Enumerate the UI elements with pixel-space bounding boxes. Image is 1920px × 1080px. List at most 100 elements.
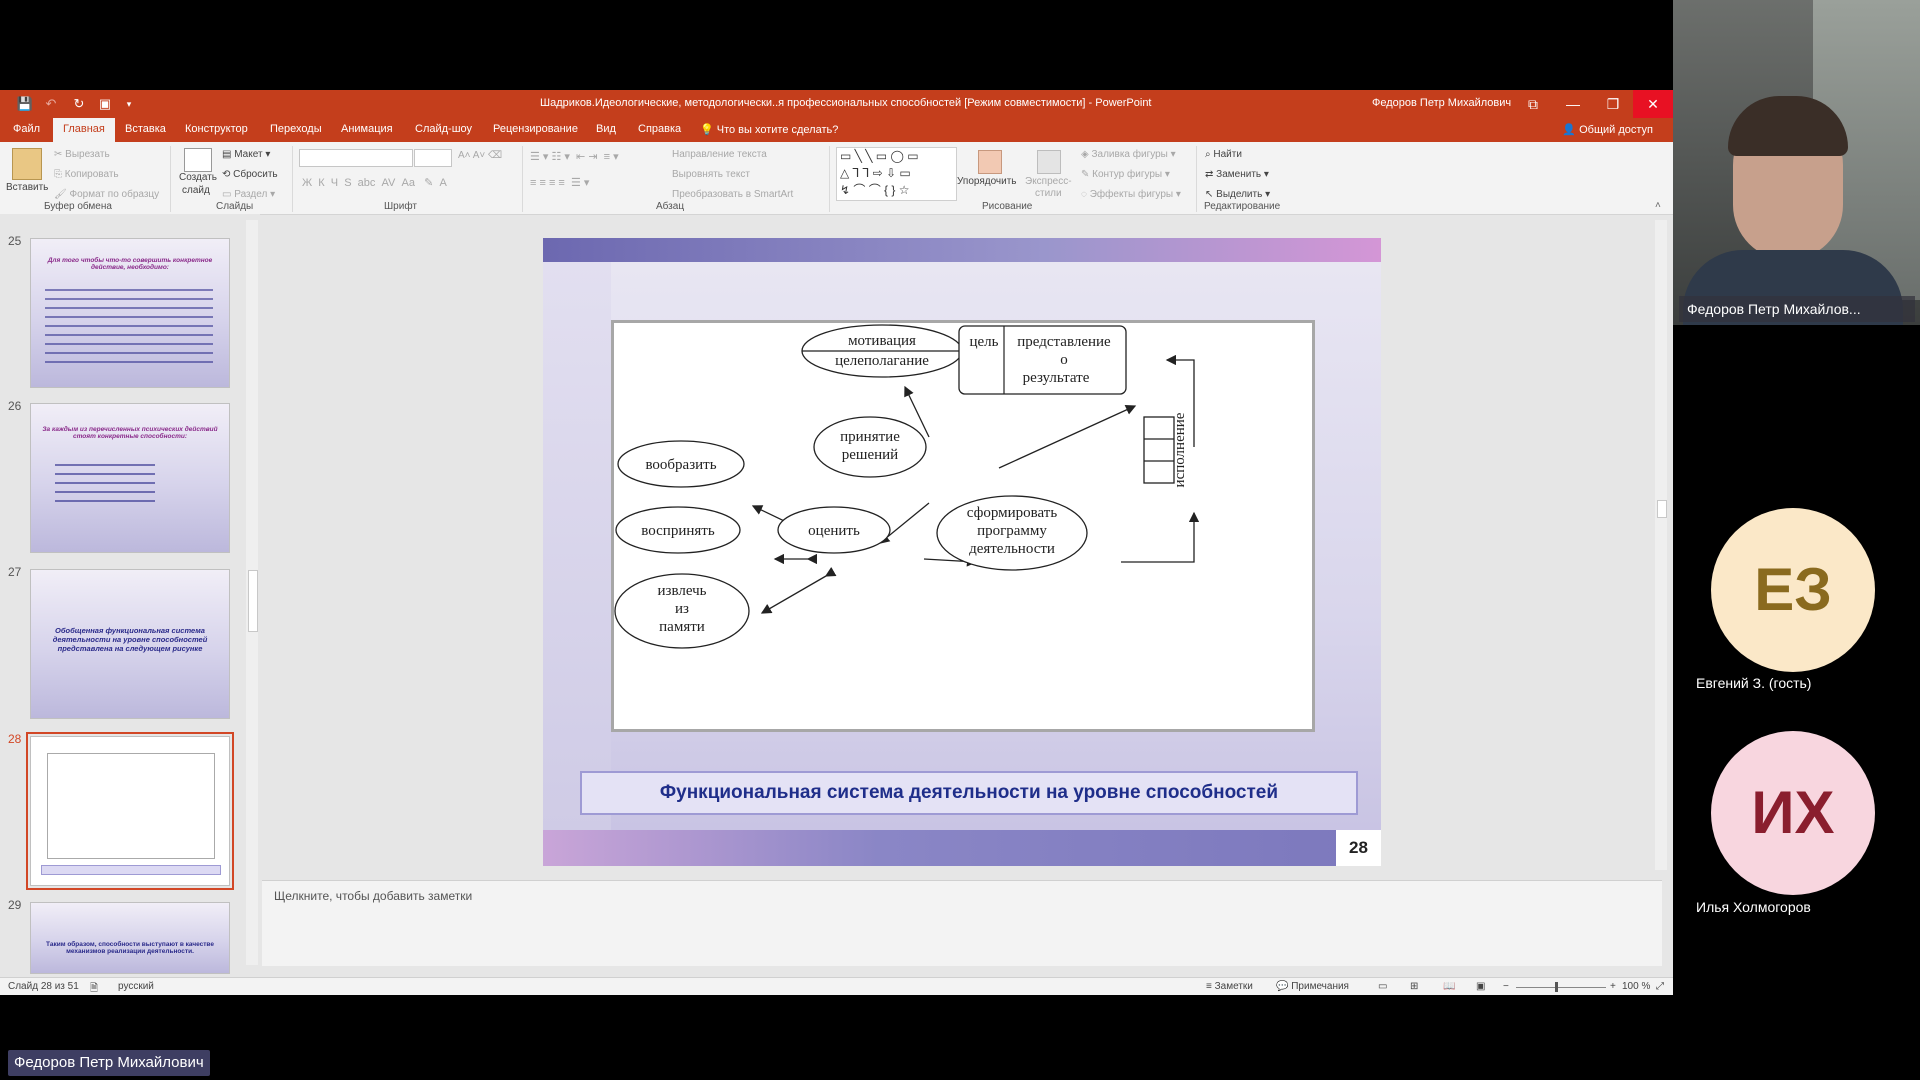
format-painter-button[interactable]: 🖌 Формат по образцу [54, 189, 159, 200]
reading-view-icon[interactable]: 📖 [1443, 981, 1455, 992]
share-button[interactable]: 👤 Общий доступ [1562, 123, 1653, 136]
slide-thumbnail-27[interactable]: Обобщенная функциональная система деятел… [30, 569, 230, 719]
copy-button[interactable]: ⎘ Копировать [54, 169, 119, 180]
paste-button[interactable]: Вставить [6, 182, 48, 193]
thumb-bullets [55, 464, 155, 508]
separator [1196, 146, 1197, 212]
shapes-gallery[interactable]: ▭ ╲ ╲ ▭ ◯ ▭ △ ⅂ ⅂ ⇨ ⇩ ▭ ↯ ⌒ ⌒ { } ☆ [836, 147, 957, 201]
perceive-text: воспринять [641, 523, 715, 539]
zoom-slider-thumb[interactable] [1555, 982, 1558, 992]
arrange-icon[interactable] [978, 150, 1002, 174]
tab-file[interactable]: Файл [13, 123, 40, 135]
section-button[interactable]: ▭ Раздел ▾ [222, 189, 275, 200]
tab-view[interactable]: Вид [596, 123, 616, 135]
active-speaker-label: Федоров Петр Михайлович [8, 1050, 210, 1076]
motivation-text-1: мотивация [848, 333, 916, 349]
tell-me-search[interactable]: 💡 Что вы хотите сделать? [700, 123, 838, 136]
tab-insert[interactable]: Вставка [125, 123, 166, 135]
tab-help[interactable]: Справка [638, 123, 681, 135]
slide-thumbnail-28[interactable] [26, 732, 234, 890]
slide-canvas[interactable]: мотивация целеполагание цель представлен… [543, 238, 1381, 866]
tab-review[interactable]: Рецензирование [493, 123, 578, 135]
thumb-text: Обобщенная функциональная система деятел… [52, 626, 208, 653]
select-button[interactable]: ↖ Выделить ▾ [1205, 189, 1270, 200]
customize-toolbar-icon[interactable]: ▾ [120, 95, 138, 113]
tab-home[interactable]: Главная [53, 118, 115, 142]
avatar-participant-2[interactable]: ИХ [1711, 731, 1875, 895]
slide-scrollbar[interactable] [1655, 220, 1667, 870]
tab-slideshow[interactable]: Слайд-шоу [415, 123, 472, 135]
account-user[interactable]: Федоров Петр Михайлович [1372, 97, 1511, 109]
tab-design[interactable]: Конструктор [185, 123, 248, 135]
share-label: Общий доступ [1579, 124, 1653, 136]
slide-decoration-bottom [543, 830, 1381, 866]
restore-icon[interactable]: ❐ [1593, 90, 1633, 118]
slide-caption[interactable]: Функциональная система деятельности на у… [580, 771, 1358, 815]
start-slideshow-icon[interactable]: ▣ [96, 95, 114, 113]
new-slide-button-2[interactable]: слайд [182, 185, 210, 196]
new-slide-button[interactable]: Создать [179, 172, 217, 183]
normal-view-icon[interactable]: ▭ [1378, 981, 1387, 992]
tab-transitions[interactable]: Переходы [270, 123, 322, 135]
slide-thumbnail-25[interactable]: Для того чтобы что-то совершить конкретн… [30, 238, 230, 388]
redo-icon[interactable]: ↻ [70, 95, 88, 113]
align-text-button[interactable]: Выровнять текст [672, 169, 750, 180]
slideshow-view-icon[interactable]: ▣ [1476, 981, 1485, 992]
shape-effects-button[interactable]: ◌ Эффекты фигуры ▾ [1081, 189, 1181, 200]
slide-thumbnail-29[interactable]: Таким образом, способности выступают в к… [30, 902, 230, 974]
undo-icon[interactable]: ↶ [42, 95, 60, 113]
zoom-in-icon[interactable]: + [1610, 981, 1616, 992]
quick-styles-icon[interactable] [1037, 150, 1061, 174]
comments-toggle[interactable]: 💬 Примечания [1276, 981, 1349, 992]
smartart-button[interactable]: Преобразовать в SmartArt [672, 189, 793, 200]
tab-animations[interactable]: Анимация [341, 123, 393, 135]
reset-button[interactable]: ⟲ Сбросить [222, 169, 278, 180]
layout-button[interactable]: ▤ Макет ▾ [222, 149, 270, 160]
slide-scroll-thumb[interactable] [1657, 500, 1667, 518]
find-button[interactable]: ⌕ Найти [1205, 149, 1242, 160]
slide-sorter-icon[interactable]: ⊞ [1410, 981, 1418, 992]
list-icons[interactable]: ☰ ▾ ☷ ▾ ⇤ ⇥ ≡ ▾ [530, 150, 619, 163]
text-direction-button[interactable]: Направление текста [672, 149, 767, 160]
shape-fill-label: Заливка фигуры [1091, 149, 1168, 160]
font-name-box[interactable] [299, 149, 413, 167]
font-size-box[interactable] [414, 149, 452, 167]
close-icon[interactable]: ✕ [1633, 90, 1673, 118]
minimize-icon[interactable]: — [1553, 90, 1593, 118]
notes-pane[interactable]: Щелкните, чтобы добавить заметки [262, 880, 1662, 966]
reset-label: Сбросить [233, 169, 278, 180]
zoom-out-icon[interactable]: − [1503, 981, 1509, 992]
shape-fill-button[interactable]: ◈ Заливка фигуры ▾ [1081, 149, 1176, 160]
thumb-diagram [47, 753, 215, 859]
new-slide-icon[interactable] [184, 148, 212, 172]
scroll-thumb[interactable] [248, 570, 258, 632]
form-text-3: деятельности [969, 541, 1055, 557]
motivation-text-2: целеполагание [835, 353, 929, 369]
font-grow-icon[interactable]: A˄ A˅ ⌫ [458, 150, 502, 161]
align-icons[interactable]: ≡ ≡ ≡ ≡ ☰ ▾ [530, 176, 589, 189]
shape-outline-button[interactable]: ✎ Контур фигуры ▾ [1081, 169, 1170, 180]
paste-icon[interactable] [12, 148, 42, 180]
accessibility-icon[interactable]: 🗎 [90, 981, 98, 995]
fit-slide-icon[interactable]: ⤢ [1656, 981, 1664, 992]
save-icon[interactable]: 💾 [16, 95, 34, 113]
node-execution[interactable] [1143, 416, 1175, 484]
avatar-participant-1[interactable]: ЕЗ [1711, 508, 1875, 672]
font-format-icons[interactable]: Ж К Ч S abc AV Aa ✎ A [302, 176, 447, 189]
language-indicator[interactable]: русский [118, 981, 154, 992]
quick-styles-button[interactable]: Экспресс- [1025, 176, 1072, 187]
thumbnails-scrollbar[interactable] [246, 220, 258, 965]
rep-text-1: представление [1017, 334, 1111, 350]
replace-button[interactable]: ⇄ Заменить ▾ [1205, 169, 1269, 180]
diagram-frame[interactable]: мотивация целеполагание цель представлен… [611, 320, 1315, 732]
cut-button[interactable]: ✂ Вырезать [54, 149, 110, 160]
zoom-slider[interactable] [1516, 987, 1606, 988]
collapse-ribbon-icon[interactable]: ˄ [1655, 200, 1661, 211]
notes-toggle[interactable]: ≡ Заметки [1206, 981, 1253, 992]
thumb-text: За каждым из перечисленных психических д… [42, 426, 218, 440]
ribbon-display-icon[interactable]: ⧉ [1513, 90, 1553, 118]
zoom-level[interactable]: 100 % [1622, 981, 1650, 992]
arrange-button[interactable]: Упорядочить [957, 176, 1017, 187]
quick-styles-button-2[interactable]: стили [1035, 188, 1062, 199]
slide-thumbnail-26[interactable]: За каждым из перечисленных психических д… [30, 403, 230, 553]
